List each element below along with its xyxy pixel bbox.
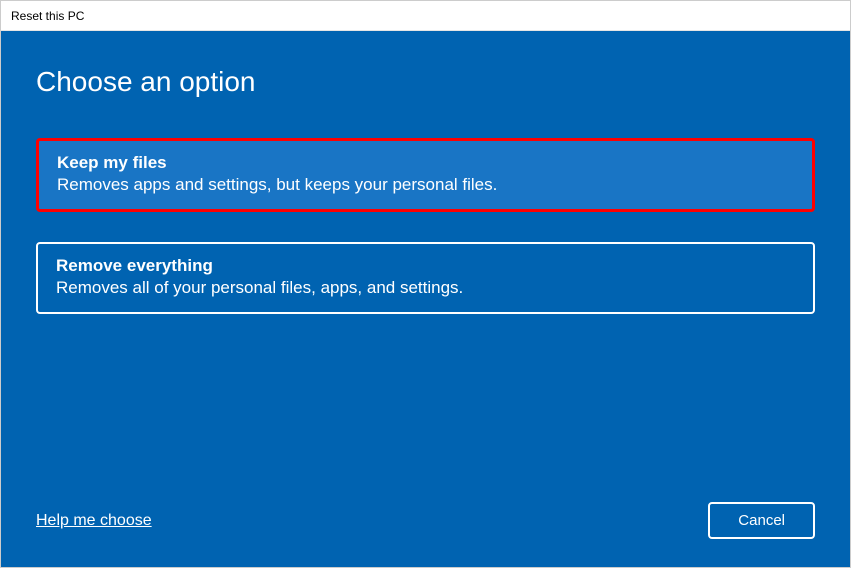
option-description: Removes apps and settings, but keeps you… — [57, 175, 794, 195]
option-remove-everything[interactable]: Remove everything Removes all of your pe… — [36, 242, 815, 314]
help-me-choose-link[interactable]: Help me choose — [36, 512, 152, 530]
content-area: Choose an option Keep my files Removes a… — [1, 31, 850, 567]
page-heading: Choose an option — [36, 66, 815, 98]
title-bar: Reset this PC — [1, 1, 850, 31]
option-keep-my-files[interactable]: Keep my files Removes apps and settings,… — [36, 138, 815, 212]
window-title: Reset this PC — [11, 9, 84, 23]
option-title: Remove everything — [56, 256, 795, 276]
reset-pc-window: Reset this PC Choose an option Keep my f… — [0, 0, 851, 568]
footer: Help me choose Cancel — [36, 502, 815, 539]
option-description: Removes all of your personal files, apps… — [56, 278, 795, 298]
cancel-button[interactable]: Cancel — [708, 502, 815, 539]
option-title: Keep my files — [57, 153, 794, 173]
